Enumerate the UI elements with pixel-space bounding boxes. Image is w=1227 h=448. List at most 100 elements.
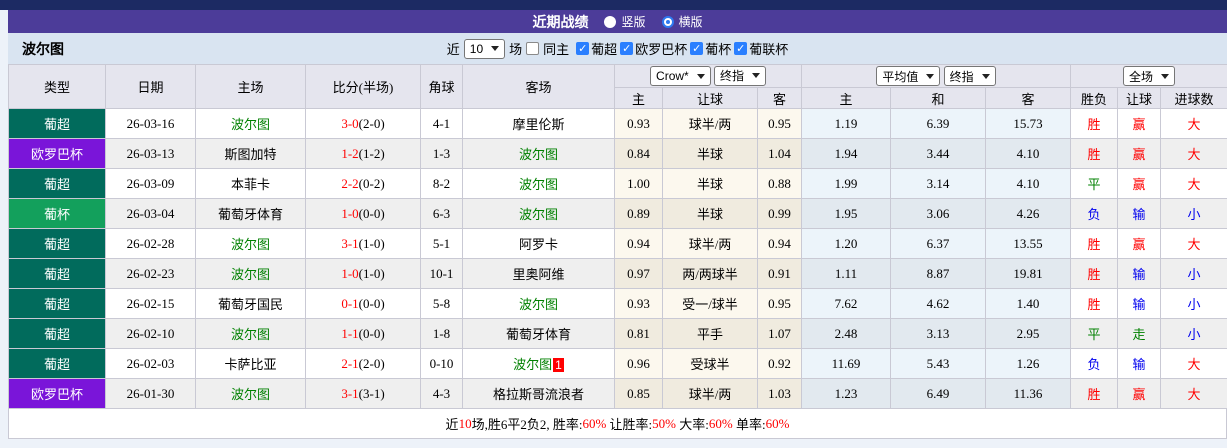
result-wdl: 胜: [1070, 228, 1119, 259]
league-filter-label: 葡联杯: [749, 42, 789, 57]
league-filter[interactable]: 葡联杯: [734, 39, 788, 58]
checkbox-icon[interactable]: [620, 42, 634, 55]
away-team-link[interactable]: 波尔图: [519, 207, 558, 222]
home-team-link[interactable]: 波尔图: [231, 387, 270, 402]
europe-stage-select[interactable]: 终指: [943, 66, 996, 86]
away-team-link[interactable]: 摩里伦斯: [512, 117, 564, 132]
home-team-link[interactable]: 波尔图: [231, 237, 270, 252]
away-team-link[interactable]: 波尔图: [519, 177, 558, 192]
match-count-select[interactable]: 10: [463, 38, 506, 59]
scope-select[interactable]: 全场: [1123, 66, 1176, 86]
col-header-away: 客场: [462, 64, 615, 109]
ah-line: 半球: [662, 138, 758, 169]
summary-text: 让胜率:: [606, 417, 653, 432]
eu-draw-odds: 6.49: [890, 378, 987, 409]
corner-score: 4-1: [420, 108, 463, 139]
home-team-link[interactable]: 葡萄牙体育: [218, 207, 283, 222]
radio-unchecked-icon[interactable]: [604, 15, 617, 28]
checkbox-icon[interactable]: [734, 42, 748, 55]
summary-text: 场,胜6平2负2, 胜率:: [471, 417, 583, 432]
away-team-cell: 波尔图: [462, 198, 615, 229]
summary-text: 单率:: [732, 417, 766, 432]
home-team-link[interactable]: 波尔图: [231, 267, 270, 282]
home-team-link[interactable]: 斯图加特: [224, 147, 276, 162]
ah-line: 球半/两: [662, 378, 758, 409]
home-team-cell: 卡萨比亚: [195, 348, 306, 379]
col-header-home: 主场: [195, 64, 306, 109]
away-team-link[interactable]: 里奥阿维: [512, 267, 564, 282]
result-handicap: 输: [1117, 348, 1162, 379]
radio-checked-icon[interactable]: [661, 15, 674, 28]
result-goals: 小: [1160, 258, 1227, 289]
recent-results-panel: 近期战绩 竖版 横版 波尔图 近 10 场 同主 葡超欧罗巴杯葡杯葡联杯: [8, 10, 1227, 439]
away-team-cell: 波尔图: [462, 288, 615, 319]
home-team-link[interactable]: 波尔图: [231, 117, 270, 132]
result-wdl: 胜: [1070, 138, 1119, 169]
league-badge: 葡超: [8, 318, 106, 349]
match-date: 26-03-09: [105, 168, 196, 199]
home-team-link[interactable]: 葡萄牙国民: [218, 297, 283, 312]
full-time-score: 3-1: [341, 385, 359, 401]
league-filter[interactable]: 葡杯: [690, 39, 731, 58]
eu-away-odds: 1.40: [985, 288, 1072, 319]
league-badge: 葡超: [8, 228, 106, 259]
league-filter[interactable]: 欧罗巴杯: [620, 39, 687, 58]
eu-home-odds: 1.11: [801, 258, 892, 289]
sub-header-eu-draw: 和: [890, 87, 987, 109]
ah-away-odds: 0.92: [756, 348, 803, 379]
away-team-cell: 波尔图 1: [462, 348, 615, 379]
corner-score: 10-1: [420, 258, 463, 289]
eu-away-odds: 19.81: [985, 258, 1072, 289]
away-team-link[interactable]: 格拉斯哥流浪者: [493, 387, 584, 402]
home-team-cell: 本菲卡: [195, 168, 306, 199]
half-time-score: (0-2): [358, 175, 385, 191]
home-team-link[interactable]: 本菲卡: [231, 177, 270, 192]
header-control-row: 类型 日期 主场 比分(半场) 角球 客场 Crow* 终指 平均值 终指 全场: [8, 64, 1227, 109]
eu-away-odds: 4.26: [985, 198, 1072, 229]
result-wdl: 负: [1070, 348, 1119, 379]
match-date: 26-03-04: [105, 198, 196, 229]
league-filter[interactable]: 葡超: [576, 39, 617, 58]
home-team-cell: 波尔图: [195, 228, 306, 259]
bookmaker-select[interactable]: Crow*: [650, 66, 711, 87]
summary-stat-value: 10: [458, 415, 472, 431]
europe-avg-select[interactable]: 平均值: [876, 66, 941, 86]
result-wdl: 胜: [1070, 378, 1119, 409]
away-team-link[interactable]: 波尔图: [519, 297, 558, 312]
corner-score: 5-8: [420, 288, 463, 319]
half-time-score: (3-1): [358, 385, 385, 401]
match-row: 葡超 26-02-28 波尔图 3-1(1-0) 5-1 阿罗卡 0.94 球半/两 0.94 1…: [8, 228, 1227, 259]
same-home-checkbox[interactable]: [526, 42, 540, 55]
result-handicap: 走: [1117, 318, 1162, 349]
home-team-link[interactable]: 波尔图: [231, 327, 270, 342]
eu-draw-odds: 6.39: [890, 108, 987, 139]
result-goals: 大: [1160, 168, 1227, 199]
ah-home-odds: 0.81: [614, 318, 663, 349]
away-team-link[interactable]: 波尔图: [513, 357, 552, 372]
league-badge: 葡杯: [8, 198, 106, 229]
away-team-link[interactable]: 阿罗卡: [519, 237, 558, 252]
eu-draw-odds: 3.44: [890, 138, 987, 169]
away-team-link[interactable]: 波尔图: [519, 147, 558, 162]
eu-away-odds: 4.10: [985, 168, 1072, 199]
match-count-value: 10: [469, 41, 484, 56]
eu-away-odds: 13.55: [985, 228, 1072, 259]
handicap-stage-select[interactable]: 终指: [713, 65, 766, 86]
summary-text: 近: [445, 417, 459, 432]
view-option-vertical[interactable]: 竖版: [604, 13, 646, 30]
full-time-score: 3-1: [341, 235, 359, 251]
sub-header-ah-away: 客: [756, 87, 803, 109]
result-handicap: 输: [1117, 258, 1162, 289]
home-team-link[interactable]: 卡萨比亚: [224, 357, 276, 372]
away-team-link[interactable]: 葡萄牙体育: [506, 327, 571, 342]
view-option-horizontal[interactable]: 横版: [661, 13, 703, 30]
checkbox-icon[interactable]: [576, 42, 590, 55]
away-team-cell: 格拉斯哥流浪者: [462, 378, 615, 409]
corner-score: 0-10: [420, 348, 463, 379]
red-card-badge: 1: [553, 358, 564, 372]
checkbox-icon[interactable]: [690, 42, 704, 55]
eu-draw-odds: 5.43: [890, 348, 987, 379]
league-filter-label: 葡超: [591, 42, 618, 57]
match-date: 26-02-15: [105, 288, 196, 319]
ah-line: 半球: [662, 168, 758, 199]
